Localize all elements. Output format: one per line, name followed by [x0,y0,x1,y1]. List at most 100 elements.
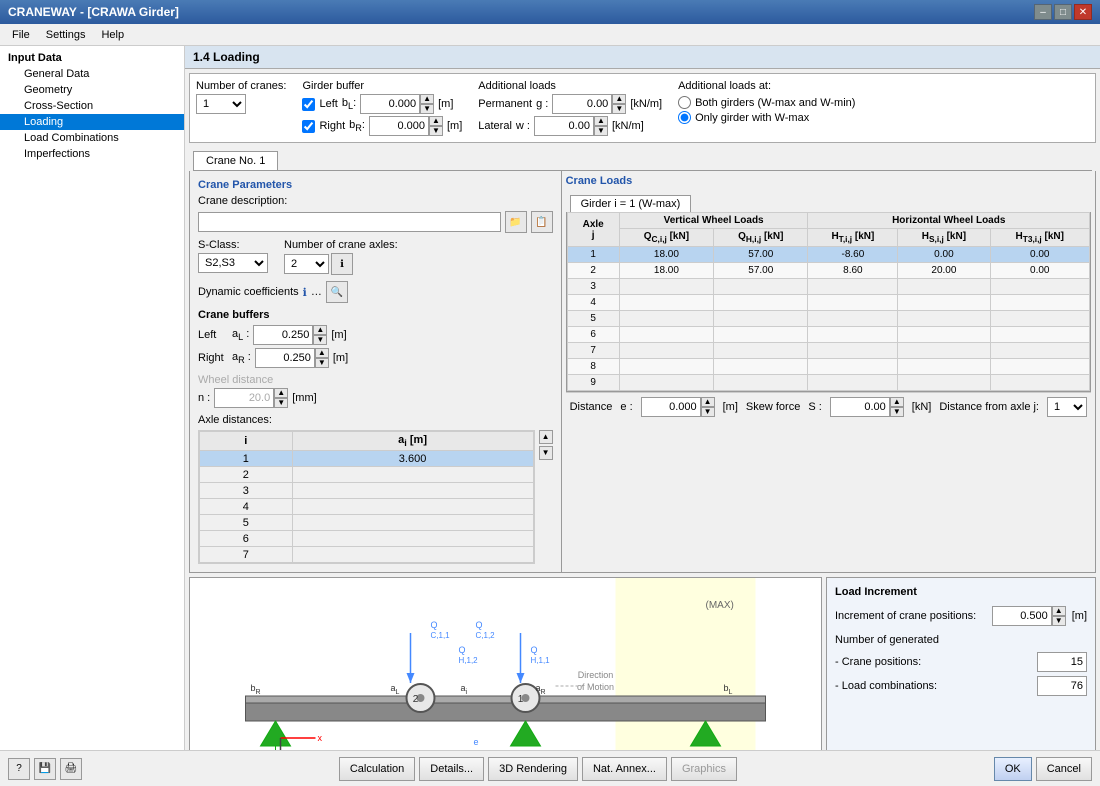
crane-load-row[interactable]: 8 [567,359,1089,375]
sidebar-item-imperfections[interactable]: Imperfections [0,146,184,162]
crane-positions-count-input [1037,652,1087,672]
right-checkbox[interactable] [302,120,315,133]
axle-i-cell: 1 [200,451,293,467]
print-icon-btn[interactable]: 🖨 [60,758,82,780]
axle-table-row[interactable]: 7 [200,547,534,563]
load-qc-cell [619,311,713,327]
nat-annex-button[interactable]: Nat. Annex... [582,757,667,781]
e-input[interactable] [641,397,701,417]
load-j-cell: 4 [567,295,619,311]
crane-load-row[interactable]: 3 [567,279,1089,295]
left-checkbox[interactable] [302,98,315,111]
girder-tab-1[interactable]: Girder i = 1 (W-max) [570,195,692,212]
crane-positions-input[interactable] [992,606,1052,626]
axle-table-row[interactable]: 3 [200,483,534,499]
load-ht2-cell [990,327,1089,343]
axle-table-row[interactable]: 4 [200,499,534,515]
sclass-select[interactable]: S2,S3S1S4 [198,253,268,273]
distance-from-axle-select[interactable]: 12 [1047,397,1087,417]
axle-table-row[interactable]: 13.600 [200,451,534,467]
aL-up[interactable]: ▲ [313,325,327,335]
axle-scroll-up[interactable]: ▲ [539,430,553,444]
aR-down[interactable]: ▼ [315,358,329,368]
bL-input[interactable] [360,94,420,114]
axle-table-scroll[interactable]: i ai [m] 13.600234567 [198,430,535,564]
g-up[interactable]: ▲ [612,94,626,104]
number-of-cranes-select[interactable]: 123 [196,94,246,114]
number-of-cranes-label: Number of cranes: [196,80,286,92]
crane-load-row[interactable]: 4 [567,295,1089,311]
menu-file[interactable]: File [4,27,38,43]
save-icon-btn[interactable]: 💾 [34,758,56,780]
crane-description-input[interactable] [198,212,501,232]
w-input[interactable] [534,116,594,136]
positions-up[interactable]: ▲ [1052,606,1066,616]
crane-load-row[interactable]: 5 [567,311,1089,327]
aL-down[interactable]: ▼ [313,335,327,345]
bR-input[interactable] [369,116,429,136]
crane-browse-btn2[interactable]: 📋 [531,211,553,233]
sidebar-item-load-combinations[interactable]: Load Combinations [0,130,184,146]
aR-input[interactable] [255,348,315,368]
s-down[interactable]: ▼ [890,407,904,417]
bL-up[interactable]: ▲ [420,94,434,104]
cancel-button[interactable]: Cancel [1036,757,1092,781]
w-down[interactable]: ▼ [594,126,608,136]
sidebar-item-cross-section[interactable]: Cross-Section [0,98,184,114]
crane-load-row[interactable]: 1 18.00 57.00 -8.60 0.00 0.00 [567,247,1089,263]
crane-tab-1[interactable]: Crane No. 1 [193,151,278,170]
g-input[interactable] [552,94,612,114]
bL-down[interactable]: ▼ [420,104,434,114]
crane-loads-table-container[interactable]: Axlej Vertical Wheel Loads Horizontal Wh… [566,212,1091,392]
sidebar-item-loading[interactable]: Loading [0,114,184,130]
crane-browse-btn1[interactable]: 📁 [505,211,527,233]
menu-settings[interactable]: Settings [38,27,94,43]
load-qc-cell [619,327,713,343]
load-ht2-cell [990,295,1089,311]
rendering-3d-button[interactable]: 3D Rendering [488,757,578,781]
axle-table-row[interactable]: 6 [200,531,534,547]
ok-button[interactable]: OK [994,757,1032,781]
s-up[interactable]: ▲ [890,397,904,407]
crane-load-row[interactable]: 2 18.00 57.00 8.60 20.00 0.00 [567,263,1089,279]
close-button[interactable]: ✕ [1074,4,1092,20]
sidebar-item-general-data[interactable]: General Data [0,66,184,82]
axle-scroll-down[interactable]: ▼ [539,446,553,460]
n-down[interactable]: ▼ [274,398,288,408]
load-j-cell: 5 [567,311,619,327]
aR-up[interactable]: ▲ [315,348,329,358]
s-input[interactable] [830,397,890,417]
help-icon-btn[interactable]: ? [8,758,30,780]
num-axles-select[interactable]: 24 [284,254,329,274]
crane-load-row[interactable]: 7 [567,343,1089,359]
bR-up[interactable]: ▲ [429,116,443,126]
load-hs-cell [898,311,990,327]
e-down[interactable]: ▼ [701,407,715,417]
n-up[interactable]: ▲ [274,388,288,398]
calculation-button[interactable]: Calculation [339,757,415,781]
graphics-button[interactable]: Graphics [671,757,737,781]
w-up[interactable]: ▲ [594,116,608,126]
crane-load-row[interactable]: 9 [567,375,1089,391]
load-qc-cell: 18.00 [619,263,713,279]
crane-tab-container: Crane No. 1 [189,147,1096,171]
crane-load-row[interactable]: 6 [567,327,1089,343]
e-up[interactable]: ▲ [701,397,715,407]
axles-info-btn[interactable]: ℹ [331,253,353,275]
only-girder-radio[interactable] [678,111,691,124]
g-down[interactable]: ▼ [612,104,626,114]
bR-down[interactable]: ▼ [429,126,443,136]
details-button[interactable]: Details... [419,757,484,781]
sidebar-item-geometry[interactable]: Geometry [0,82,184,98]
maximize-button[interactable]: □ [1054,4,1072,20]
axle-table-row[interactable]: 2 [200,467,534,483]
both-girders-radio[interactable] [678,96,691,109]
n-input[interactable] [214,388,274,408]
menu-help[interactable]: Help [93,27,132,43]
axle-table-row[interactable]: 5 [200,515,534,531]
main-container: Input Data General Data Geometry Cross-S… [0,46,1100,750]
dynamic-coeff-search-btn[interactable]: 🔍 [326,281,348,303]
positions-down[interactable]: ▼ [1052,616,1066,626]
aL-input[interactable] [253,325,313,345]
minimize-button[interactable]: – [1034,4,1052,20]
